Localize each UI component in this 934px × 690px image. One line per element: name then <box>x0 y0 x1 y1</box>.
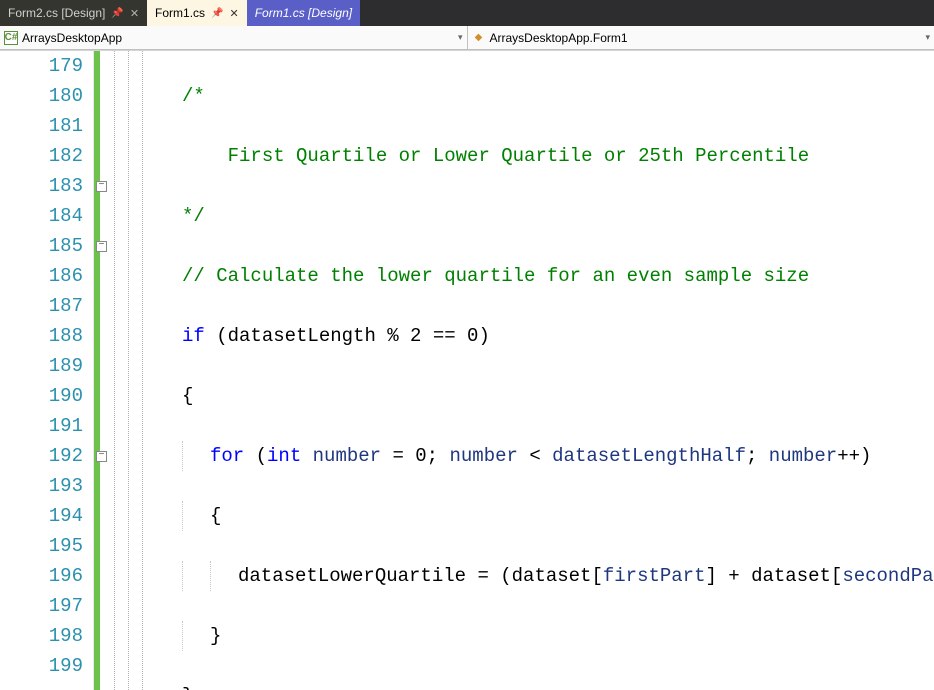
line-number: 196 <box>0 561 85 591</box>
tab-label: Form1.cs <box>155 6 205 20</box>
comment: /* <box>182 85 205 107</box>
line-number: 195 <box>0 531 85 561</box>
keyword: for <box>210 445 244 467</box>
brace: { <box>210 505 221 527</box>
line-number: 199 <box>0 651 85 681</box>
nav-bar: C# ArraysDesktopApp ▾ ◆ ArraysDesktopApp… <box>0 26 934 50</box>
line-number: 192 <box>0 441 85 471</box>
close-icon[interactable]: ✕ <box>230 7 239 20</box>
tab-strip: Form2.cs [Design] 📌 ✕ Form1.cs 📌 ✕ Form1… <box>0 0 934 26</box>
nav-project-label: ArraysDesktopApp <box>22 31 122 45</box>
nav-class-dropdown[interactable]: ◆ ArraysDesktopApp.Form1 ▾ <box>468 26 934 49</box>
keyword: if <box>182 325 205 347</box>
comment: First Quartile or Lower Quartile or 25th… <box>228 145 810 167</box>
line-number: 179 <box>0 51 85 81</box>
class-icon: ◆ <box>472 31 486 45</box>
fold-toggle[interactable]: − <box>96 241 107 252</box>
identifier: firstPart <box>603 565 706 587</box>
line-number: 181 <box>0 111 85 141</box>
line-number: 198 <box>0 621 85 651</box>
code-area[interactable]: /* First Quartile or Lower Quartile or 2… <box>182 51 934 690</box>
identifier: datasetLengthHalf <box>552 445 746 467</box>
pin-icon[interactable]: 📌 <box>211 8 223 19</box>
tab-form1-design[interactable]: Form1.cs [Design] <box>247 0 360 26</box>
line-number: 193 <box>0 471 85 501</box>
chevron-down-icon: ▾ <box>925 32 930 43</box>
tab-form2-design[interactable]: Form2.cs [Design] 📌 ✕ <box>0 0 147 26</box>
comment: */ <box>182 205 205 227</box>
identifier: number <box>769 445 837 467</box>
line-number: 183 <box>0 171 85 201</box>
line-number: 197 <box>0 591 85 621</box>
line-number: 188 <box>0 321 85 351</box>
brace: } <box>210 625 221 647</box>
fold-toggle[interactable]: − <box>96 181 107 192</box>
line-number: 184 <box>0 201 85 231</box>
line-number: 185 <box>0 231 85 261</box>
identifier: secondPart <box>842 565 934 587</box>
tab-label: Form2.cs [Design] <box>8 6 105 20</box>
line-number: 186 <box>0 261 85 291</box>
outline-margin: − − − <box>100 51 182 690</box>
identifier: number <box>450 445 518 467</box>
nav-project-dropdown[interactable]: C# ArraysDesktopApp ▾ <box>0 26 468 49</box>
line-number: 190 <box>0 381 85 411</box>
brace: } <box>182 685 193 690</box>
csharp-project-icon: C# <box>4 31 18 45</box>
close-icon[interactable]: ✕ <box>130 7 139 20</box>
brace: { <box>182 385 193 407</box>
line-number: 194 <box>0 501 85 531</box>
chevron-down-icon: ▾ <box>458 32 463 43</box>
identifier: number <box>313 445 381 467</box>
tab-form1-cs[interactable]: Form1.cs 📌 ✕ <box>147 0 247 26</box>
fold-toggle[interactable]: − <box>96 451 107 462</box>
line-number-gutter: 179 180 181 182 183 184 185 186 187 188 … <box>0 51 94 690</box>
keyword: int <box>267 445 301 467</box>
code-editor[interactable]: 179 180 181 182 183 184 185 186 187 188 … <box>0 50 934 690</box>
line-number: 187 <box>0 291 85 321</box>
comment: // Calculate the lower quartile for an e… <box>182 265 809 287</box>
line-number: 189 <box>0 351 85 381</box>
pin-icon[interactable]: 📌 <box>111 8 123 19</box>
line-number: 180 <box>0 81 85 111</box>
line-number: 191 <box>0 411 85 441</box>
tab-label: Form1.cs [Design] <box>255 6 352 20</box>
nav-class-label: ArraysDesktopApp.Form1 <box>490 31 628 45</box>
line-number: 182 <box>0 141 85 171</box>
